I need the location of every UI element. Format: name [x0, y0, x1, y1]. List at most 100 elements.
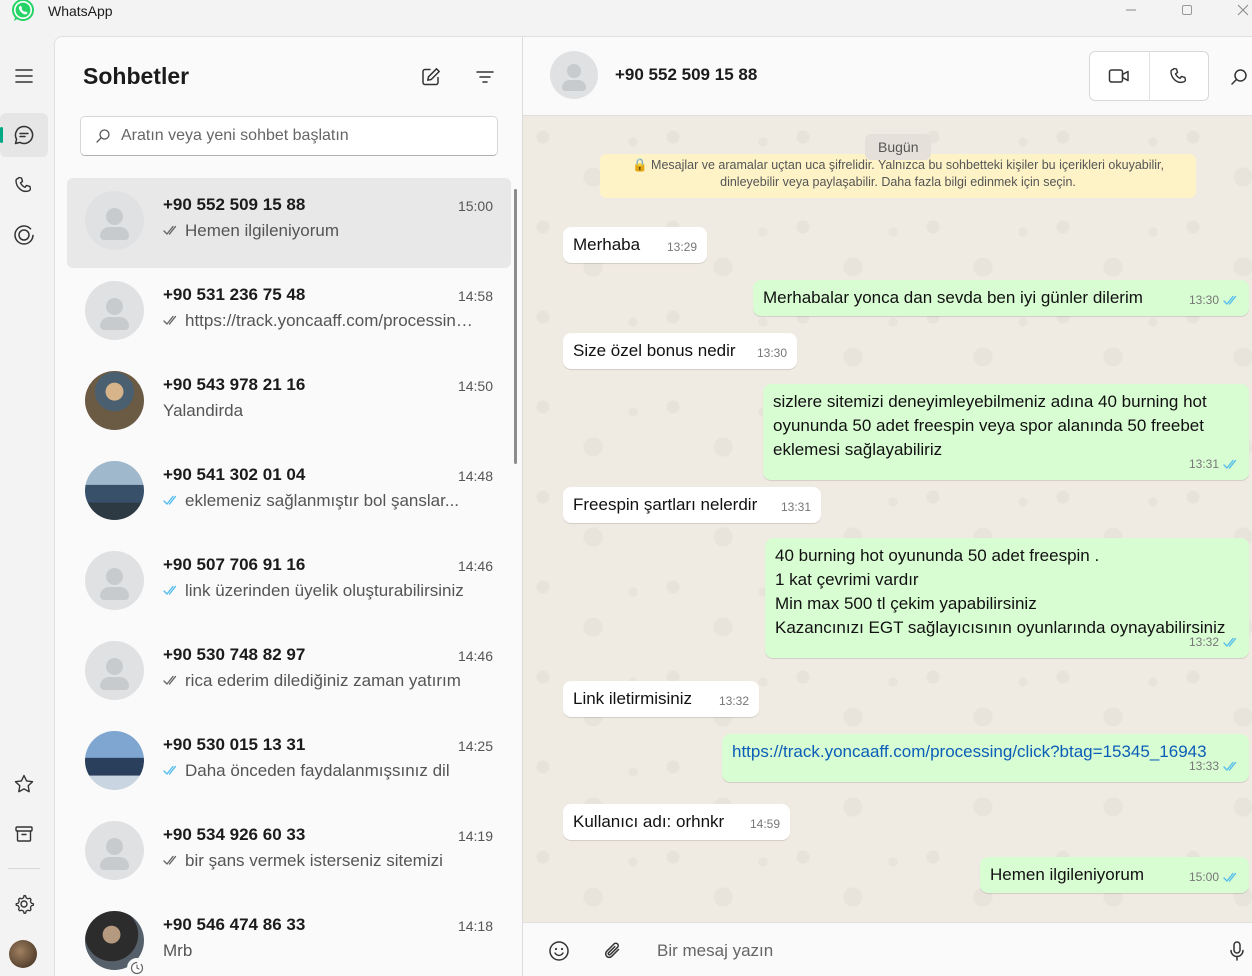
contact-name[interactable]: +90 552 509 15 88: [615, 65, 757, 85]
chat-list-item[interactable]: +90 530 748 82 97 14:46 rica ederim diledi…: [67, 628, 511, 718]
outgoing-message[interactable]: https://track.yoncaaff.com/processing/cl…: [722, 734, 1249, 782]
message-meta: 13:33: [1189, 754, 1239, 778]
message-input[interactable]: [657, 937, 1197, 965]
chat-list-item[interactable]: +90 534 926 60 33 14:19 bir şans vermek is…: [67, 808, 511, 898]
nav-rail: [0, 36, 54, 976]
message-text: 40 burning hot oyununda 50 adet freespin…: [775, 546, 1226, 637]
chat-time: 14:50: [457, 378, 493, 394]
chat-list-item[interactable]: +90 531 236 75 48 14:58 https://track.yonc…: [67, 268, 511, 358]
encryption-notice[interactable]: 🔒 Mesajlar ve aramalar uçtan uca şifreli…: [600, 154, 1196, 198]
chat-preview-text: eklemeniz sağlanmıştır bol şanslar...: [185, 491, 460, 510]
chat-list-item[interactable]: +90 543 978 21 16 14:50 Yalandirda: [67, 358, 511, 448]
message-meta: 13:29: [667, 235, 697, 259]
chat-time: 14:25: [457, 738, 493, 754]
chats-nav-button[interactable]: [0, 113, 48, 157]
outgoing-message[interactable]: Hemen ilgileniyorum 15:00: [980, 857, 1249, 893]
incoming-message[interactable]: Size özel bonus nedir 13:30: [563, 333, 797, 369]
voice-call-button[interactable]: [1148, 52, 1209, 100]
chat-time: 14:48: [457, 468, 493, 484]
message-time: 13:31: [780, 500, 811, 514]
message-composer: [523, 922, 1252, 976]
minimize-button[interactable]: [1108, 0, 1154, 20]
message-time: 13:30: [1188, 293, 1219, 307]
chat-list-scrollbar[interactable]: [514, 189, 517, 464]
message-text: Freespin şartları nelerdir: [573, 495, 758, 514]
chat-preview: bir şans vermek isterseniz sitemizi: [163, 851, 481, 871]
attach-button[interactable]: [601, 939, 625, 963]
menu-button[interactable]: [0, 54, 48, 98]
double-check-icon: [163, 675, 177, 685]
double-check-icon: [163, 225, 177, 235]
voice-call-icon: [1170, 67, 1186, 84]
profile-avatar[interactable]: [9, 940, 37, 968]
message-link[interactable]: https://track.yoncaaff.com/processing/cl…: [732, 742, 1207, 761]
voice-message-button[interactable]: [1225, 939, 1249, 963]
archive-nav-button[interactable]: [0, 812, 48, 856]
chat-time: 14:46: [457, 648, 493, 664]
message-area[interactable]: 🔒 Mesajlar ve aramalar uçtan uca şifreli…: [523, 117, 1252, 922]
chat-list-item[interactable]: +90 530 015 13 31 14:25 Daha önceden fayda…: [67, 718, 511, 808]
chat-preview-text: Mrb: [163, 941, 193, 960]
video-call-button[interactable]: [1090, 52, 1149, 100]
attach-icon: [604, 942, 620, 959]
close-window-button[interactable]: [1220, 0, 1252, 20]
incoming-message[interactable]: Freespin şartları nelerdir 13:31: [563, 487, 821, 523]
message-time: 13:33: [1188, 759, 1219, 773]
emoji-icon: [549, 941, 569, 961]
chat-name: +90 546 474 86 33: [163, 915, 306, 934]
chat-preview-text: link üzerinden üyelik oluşturabilirsiniz: [185, 581, 464, 600]
starred-nav-button[interactable]: [0, 762, 48, 806]
chat-avatar: [85, 371, 144, 430]
filter-button[interactable]: [473, 65, 497, 89]
message-text: Merhabalar yonca dan sevda ben iyi günle…: [763, 288, 1143, 307]
chat-preview-text: Yalandirda: [163, 401, 244, 420]
app-title: WhatsApp: [48, 3, 113, 19]
settings-nav-button[interactable]: [0, 882, 48, 926]
incoming-message[interactable]: Link iletirmisiniz 13:32: [563, 681, 759, 717]
chat-name: +90 507 706 91 16: [163, 555, 306, 574]
chat-list: +90 552 509 15 88 15:00 Hemen ilgileniyoru…: [67, 178, 511, 976]
menu-icon: [15, 69, 33, 83]
chat-avatar: [85, 551, 144, 610]
outgoing-message[interactable]: 40 burning hot oyununda 50 adet freespin…: [765, 538, 1249, 658]
title-bar: WhatsApp: [0, 0, 1252, 32]
new-chat-button[interactable]: [419, 65, 443, 89]
chat-preview: link üzerinden üyelik oluşturabilirsiniz: [163, 581, 481, 601]
chat-time: 14:46: [457, 558, 493, 574]
double-check-icon: [163, 315, 177, 325]
message-meta: 13:32: [719, 689, 749, 713]
message-meta: 13:30: [1189, 288, 1239, 312]
message-time: 13:31: [1188, 457, 1219, 471]
conversation-header: +90 552 509 15 88: [523, 37, 1252, 116]
emoji-button[interactable]: [547, 939, 571, 963]
contact-avatar[interactable]: [550, 51, 598, 99]
call-buttons: [1089, 51, 1209, 101]
message-time: 15:00: [1188, 870, 1219, 884]
chat-preview: https://track.yoncaaff.com/processing/cl…: [163, 311, 481, 331]
message-time: 13:30: [756, 346, 787, 360]
search-input[interactable]: [121, 127, 481, 145]
incoming-message[interactable]: Kullanıcı adı: orhnkr 14:59: [563, 804, 790, 840]
chat-list-item[interactable]: +90 546 474 86 33 14:18 Mrb: [67, 898, 511, 976]
date-chip: Bugün: [865, 134, 932, 160]
outgoing-message[interactable]: sizlere sitemizi deneyimleyebilmeniz adı…: [763, 384, 1249, 480]
chat-list-item[interactable]: +90 552 509 15 88 15:00 Hemen ilgileniyoru…: [67, 178, 511, 268]
chat-avatar: [85, 461, 144, 520]
incoming-message[interactable]: Merhaba 13:29: [563, 227, 707, 263]
search-icon: [1231, 69, 1247, 85]
chat-time: 15:00: [457, 198, 493, 214]
outgoing-message[interactable]: Merhabalar yonca dan sevda ben iyi günle…: [753, 280, 1249, 316]
double-check-icon: [163, 495, 177, 505]
conversation-search-button[interactable]: [1227, 65, 1251, 89]
search-box[interactable]: [80, 116, 498, 156]
chat-list-item[interactable]: +90 541 302 01 04 14:48 eklemeniz sağlanmı…: [67, 448, 511, 538]
maximize-button[interactable]: [1164, 0, 1210, 20]
chat-avatar: [85, 731, 144, 790]
double-check-icon: [1223, 295, 1237, 305]
chat-list-item[interactable]: +90 507 706 91 16 14:46 link üzerinden üye…: [67, 538, 511, 628]
chat-name: +90 534 926 60 33: [163, 825, 306, 844]
calls-nav-button[interactable]: [0, 163, 48, 207]
chat-preview: Yalandirda: [163, 401, 481, 421]
message-meta: 13:31: [1189, 452, 1239, 476]
status-nav-button[interactable]: [0, 213, 48, 257]
